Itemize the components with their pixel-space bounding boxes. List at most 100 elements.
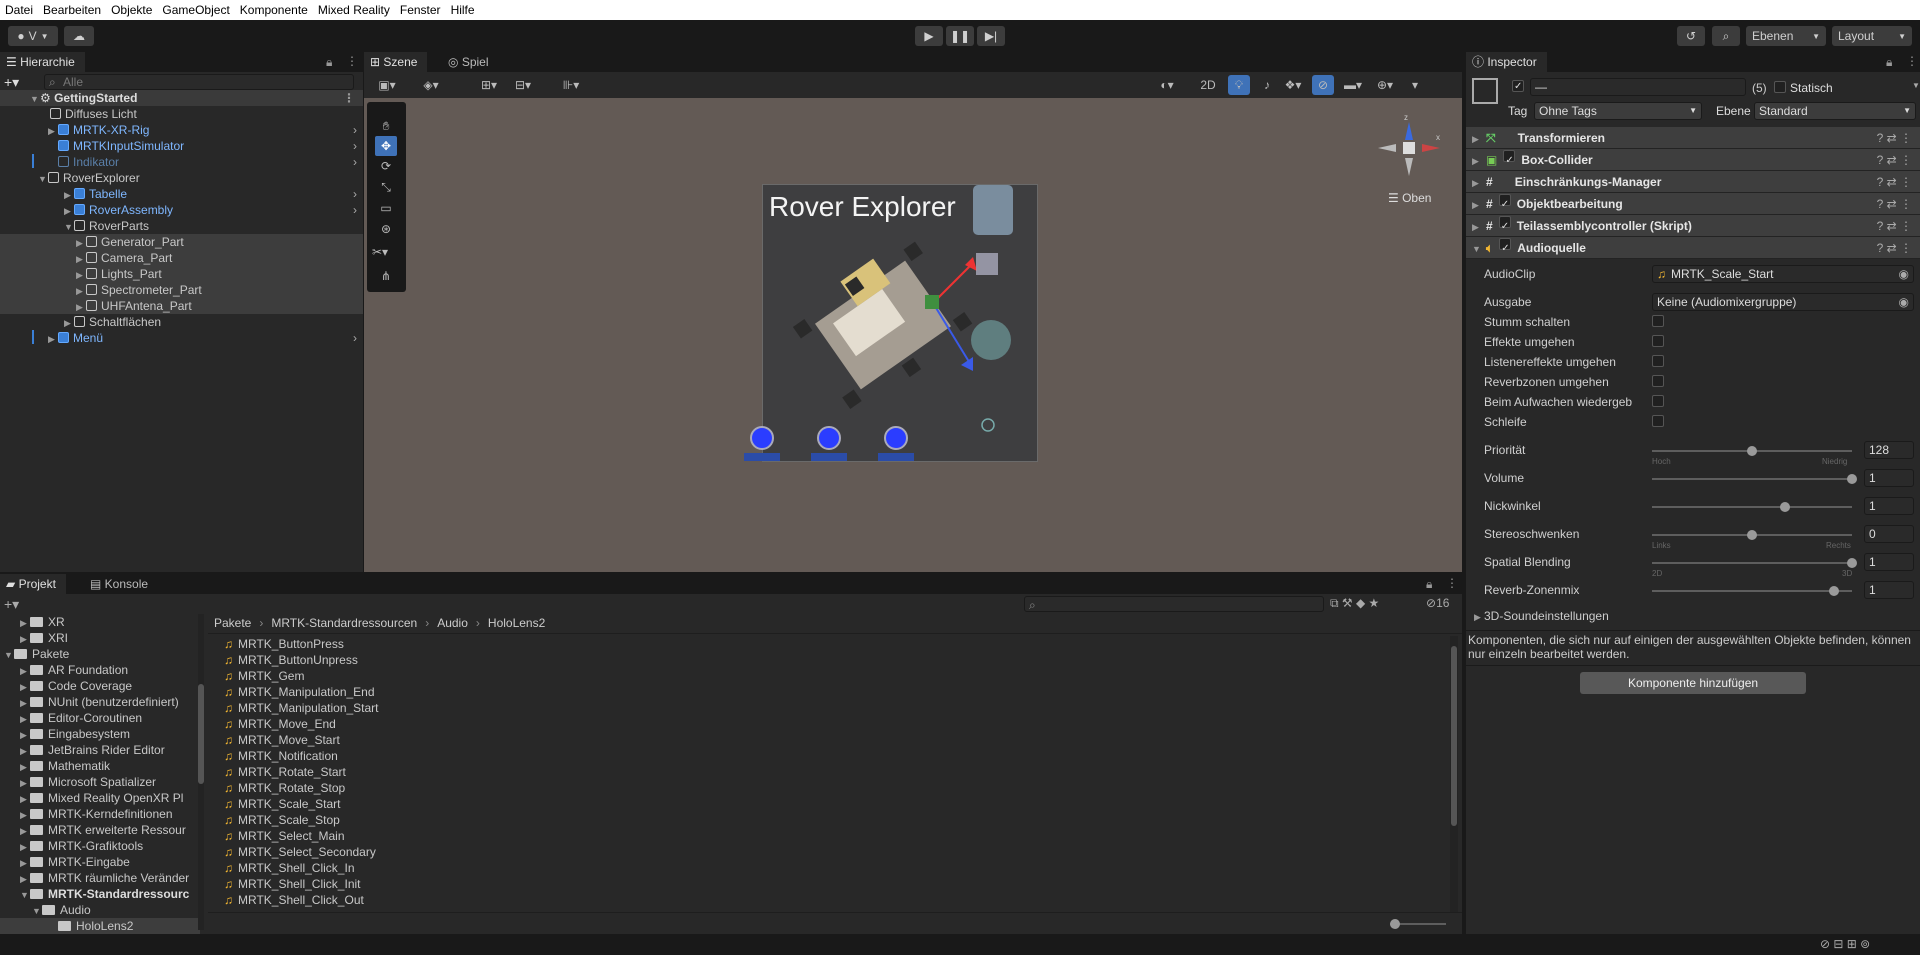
component-menu-icons[interactable]: ? ⇄ ⋮: [1877, 193, 1912, 215]
layout-dropdown[interactable]: Layout ▼: [1832, 26, 1912, 46]
tab-console[interactable]: ▤ Konsole: [84, 574, 159, 594]
list-item[interactable]: ♫ MRTK_Notification: [208, 748, 1448, 764]
chevron-right-icon[interactable]: ▶: [1472, 128, 1482, 150]
bypass-listener-checkbox[interactable]: [1652, 355, 1664, 367]
list-item[interactable]: ♫ MRTK_Shell_Click_In: [208, 860, 1448, 876]
hierarchy-search-input[interactable]: ⌕ Alle: [44, 74, 354, 90]
chevron-right-icon[interactable]: ▶: [1472, 150, 1482, 172]
reverb-mix-slider-track[interactable]: [1652, 590, 1852, 592]
component-constraint-manager[interactable]: ▶ # Einschränkungs-Manager ? ⇄ ⋮: [1466, 171, 1920, 193]
chevron-right-icon[interactable]: ▶: [20, 631, 30, 647]
list-item[interactable]: ▶ Mixed Reality OpenXR Pl: [0, 790, 200, 806]
file-list-scrollbar[interactable]: [1450, 636, 1458, 926]
custom-tool-icon[interactable]: ✂︎▾: [369, 242, 391, 262]
gizmos-icon[interactable]: ⊕▾: [1374, 75, 1396, 95]
chevron-right-icon[interactable]: ▶: [76, 267, 86, 283]
2d-toggle[interactable]: 2D: [1194, 75, 1222, 95]
list-item[interactable]: ♫ MRTK_Move_End: [208, 716, 1448, 732]
play-button[interactable]: ▶: [915, 26, 943, 46]
chevron-right-icon[interactable]: ▶: [48, 331, 58, 347]
tab-project[interactable]: ▰ Projekt: [0, 574, 66, 594]
stereo-pan-slider-handle[interactable]: [1747, 530, 1757, 540]
volume-slider-handle[interactable]: [1847, 474, 1857, 484]
chevron-right-icon[interactable]: ▶: [20, 727, 30, 743]
list-item[interactable]: ▶ NUnit (benutzerdefiniert): [0, 694, 200, 710]
chevron-down-icon[interactable]: ▼: [1472, 238, 1482, 260]
bypass-effects-checkbox[interactable]: [1652, 335, 1664, 347]
tab-game[interactable]: ◎ Spiel: [442, 52, 499, 72]
add-button[interactable]: +▾: [4, 74, 19, 91]
chevron-right-icon[interactable]: ▶: [20, 775, 30, 791]
visibility-icon[interactable]: ⊘: [1312, 75, 1334, 95]
static-checkbox[interactable]: [1774, 81, 1786, 93]
list-item[interactable]: ♫ MRTK_ButtonUnpress: [208, 652, 1448, 668]
list-item[interactable]: ▶ RoverAssembly ›: [0, 202, 363, 218]
component-menu-icons[interactable]: ? ⇄ ⋮: [1877, 149, 1912, 171]
chevron-right-icon[interactable]: ▶: [20, 871, 30, 887]
tab-hierarchy[interactable]: ☰ Hierarchie: [0, 52, 85, 72]
list-item[interactable]: ♫ MRTK_Scale_Start: [208, 796, 1448, 812]
list-item[interactable]: ▶ Tabelle ›: [0, 186, 363, 202]
list-item[interactable]: ▶ Editor-Coroutinen: [0, 710, 200, 726]
list-item[interactable]: ♫ MRTK_Rotate_Stop: [208, 780, 1448, 796]
component-audio-source[interactable]: ▼ 🔈︎ Audioquelle ? ⇄ ⋮: [1466, 237, 1920, 259]
list-item[interactable]: ▶ Mathematik: [0, 758, 200, 774]
menu-gameobject[interactable]: GameObject: [157, 3, 234, 17]
list-item[interactable]: HoloLens2: [0, 918, 200, 934]
edit-tool-icon[interactable]: ⋔: [375, 266, 397, 286]
list-item[interactable]: Indikator ›: [0, 154, 363, 170]
list-item[interactable]: ▶ Code Coverage: [0, 678, 200, 694]
tab-inspector[interactable]: ⓘ Inspector: [1466, 52, 1547, 72]
loop-checkbox[interactable]: [1652, 415, 1664, 427]
list-item[interactable]: ▶ Menü ›: [0, 330, 363, 346]
chevron-right-icon[interactable]: ▶: [76, 251, 86, 267]
list-item[interactable]: ▶ Microsoft Spatializer: [0, 774, 200, 790]
pitch-slider-handle[interactable]: [1780, 502, 1791, 512]
list-item[interactable]: ♫ MRTK_Manipulation_End: [208, 684, 1448, 700]
chevron-right-icon[interactable]: ›: [353, 154, 357, 170]
component-enabled-checkbox[interactable]: [1503, 150, 1516, 162]
list-item[interactable]: ▶ Camera_Part: [0, 250, 363, 266]
breadcrumb-item[interactable]: HoloLens2: [488, 616, 545, 630]
spatial-blend-input[interactable]: 1: [1864, 553, 1914, 571]
volume-input[interactable]: 1: [1864, 469, 1914, 487]
account-dropdown[interactable]: ● V ▼: [8, 26, 58, 46]
chevron-right-icon[interactable]: ›: [353, 186, 357, 202]
chevron-right-icon[interactable]: ›: [353, 138, 357, 154]
filter-icons[interactable]: ⧉ ⚒ ◆ ★: [1330, 596, 1379, 611]
chevron-right-icon[interactable]: ▶: [64, 187, 74, 203]
move-tool-icon[interactable]: ✥: [375, 136, 397, 156]
list-item[interactable]: ▶ UHFAntena_Part: [0, 298, 363, 314]
list-item[interactable]: ▼⚙ GettingStarted ⋮: [0, 90, 363, 106]
component-transform[interactable]: ▶ ⤧ Transformieren ? ⇄ ⋮: [1466, 127, 1920, 149]
breadcrumb-item[interactable]: Pakete: [214, 616, 251, 630]
chevron-right-icon[interactable]: ▶: [76, 283, 86, 299]
list-item[interactable]: ♫ MRTK_Manipulation_Start: [208, 700, 1448, 716]
grid-snap-icon[interactable]: ⊞▾: [478, 75, 500, 95]
chevron-down-icon[interactable]: ▾: [1404, 75, 1426, 95]
tree-scrollbar-thumb[interactable]: [198, 684, 204, 784]
component-menu-icons[interactable]: ? ⇄ ⋮: [1877, 127, 1912, 149]
list-item[interactable]: ♫ MRTK_Select_Secondary: [208, 844, 1448, 860]
menu-mixed-reality[interactable]: Mixed Reality: [313, 3, 395, 17]
chevron-right-icon[interactable]: ▶: [20, 855, 30, 871]
list-item[interactable]: ▶ Spectrometer_Part: [0, 282, 363, 298]
chevron-right-icon[interactable]: ▶: [20, 759, 30, 775]
icon-size-slider-handle[interactable]: [1390, 919, 1400, 929]
rotate-tool-icon[interactable]: ⟳: [375, 156, 397, 176]
bypass-reverb-checkbox[interactable]: [1652, 375, 1664, 387]
list-item[interactable]: ▶ AR Foundation: [0, 662, 200, 678]
step-button[interactable]: ▶|: [977, 26, 1005, 46]
list-item[interactable]: ▼ RoverParts: [0, 218, 363, 234]
layer-dropdown[interactable]: Standard ▼: [1754, 102, 1916, 120]
list-item[interactable]: ♫ MRTK_Gem: [208, 668, 1448, 684]
list-item[interactable]: ▶ MRTK-Kerndefinitionen: [0, 806, 200, 822]
chevron-right-icon[interactable]: ▶: [20, 791, 30, 807]
mute-checkbox[interactable]: [1652, 315, 1664, 327]
volume-slider-track[interactable]: [1652, 478, 1852, 480]
more-icon[interactable]: ⋮: [1446, 576, 1458, 590]
chevron-right-icon[interactable]: ▶: [1472, 216, 1482, 238]
chevron-down-icon[interactable]: ▼: [1912, 81, 1920, 90]
output-field[interactable]: Keine (Audiomixergruppe) ◉: [1652, 293, 1914, 311]
menu-komponente[interactable]: Komponente: [235, 3, 313, 17]
